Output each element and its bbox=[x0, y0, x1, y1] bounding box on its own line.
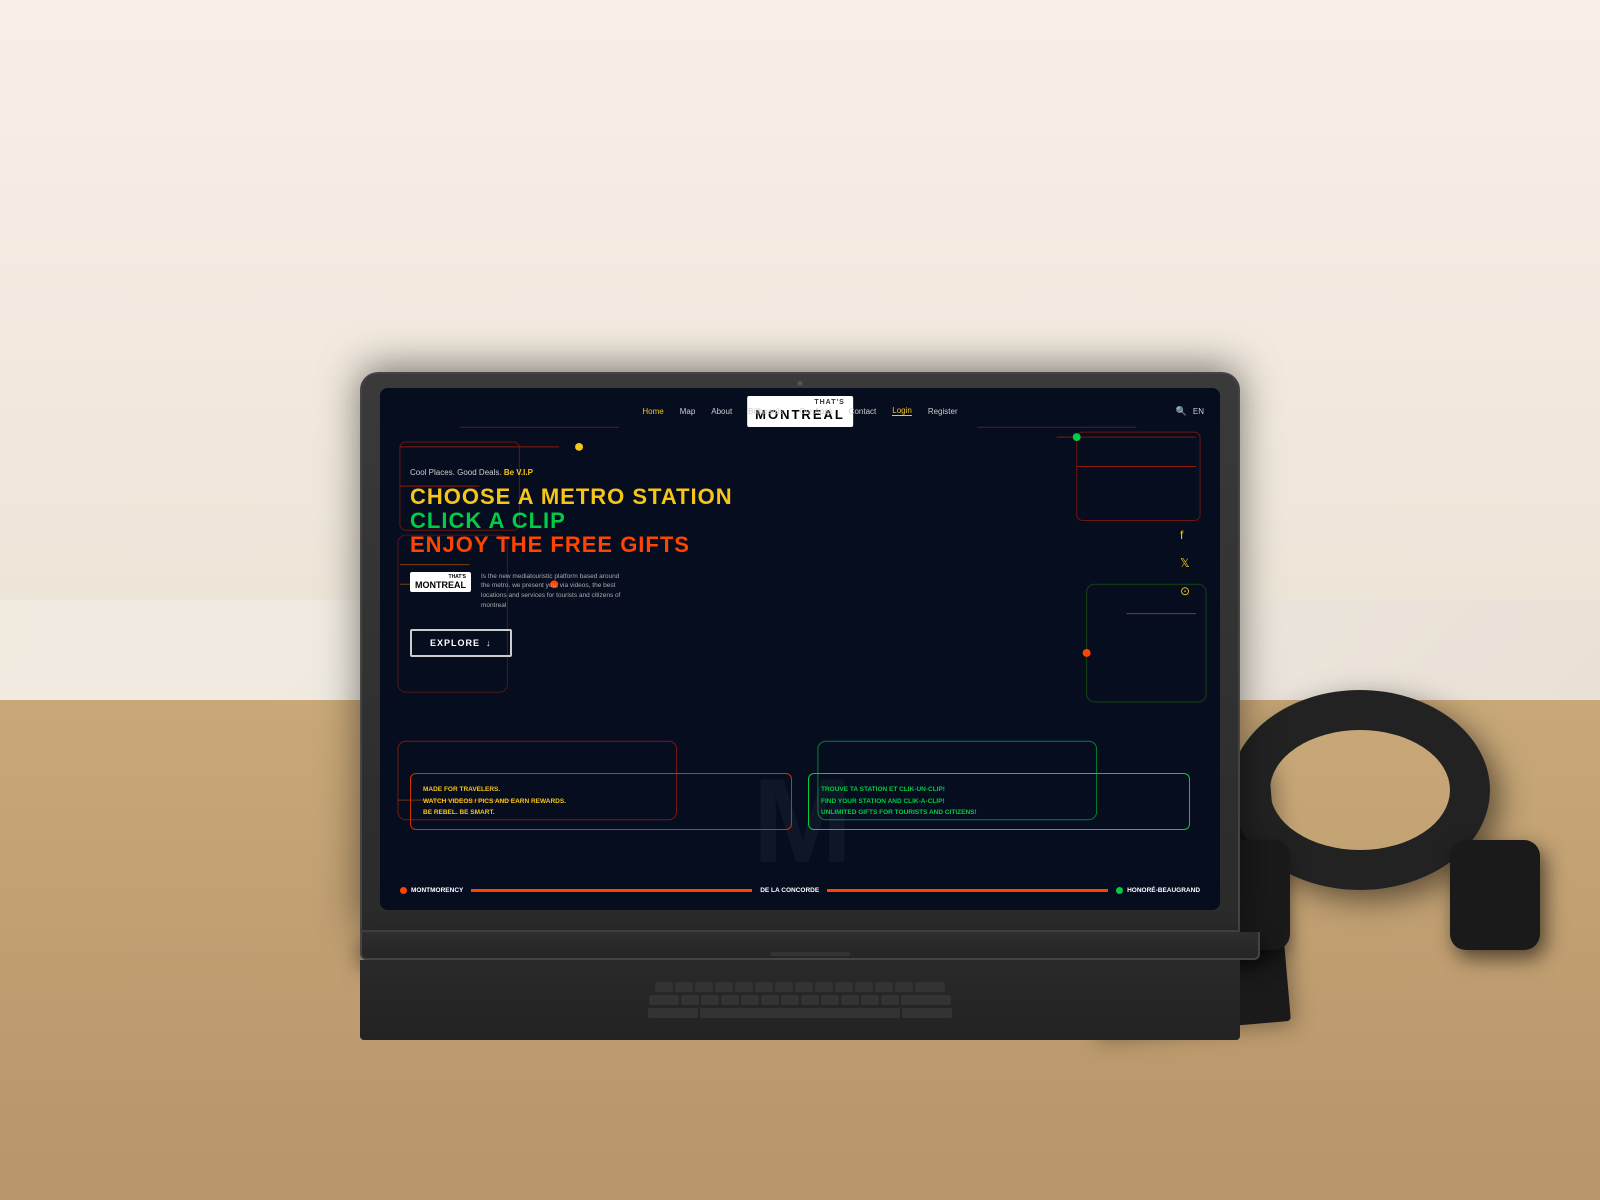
key bbox=[648, 1008, 698, 1018]
facebook-icon[interactable]: f bbox=[1180, 528, 1190, 542]
nav-map[interactable]: Map bbox=[680, 407, 696, 416]
key bbox=[695, 982, 713, 992]
metro-line-2 bbox=[827, 889, 1108, 892]
key bbox=[755, 982, 773, 992]
metro-station-2[interactable]: DE LA CONCORDE bbox=[760, 887, 819, 894]
metro-station-1[interactable]: MONTMORENCY bbox=[400, 887, 463, 894]
metro-dot-3 bbox=[1116, 887, 1123, 894]
hero-headline: CHOOSE A METRO STATION CLICK A CLIP ENJO… bbox=[410, 485, 1190, 558]
key bbox=[901, 995, 951, 1005]
laptop: M THAT'S MONTREAL Home Map bbox=[360, 372, 1240, 1040]
nav-billboards[interactable]: Billboards bbox=[748, 407, 783, 416]
key bbox=[875, 982, 893, 992]
key bbox=[821, 995, 839, 1005]
key bbox=[701, 995, 719, 1005]
scene: M THAT'S MONTREAL Home Map bbox=[0, 0, 1600, 1200]
nav-right: 🔍 EN bbox=[1176, 406, 1204, 417]
key bbox=[902, 1008, 952, 1018]
info-card-left: MADE FOR TRAVELERS. WATCH VIDEOS / PICS … bbox=[410, 773, 792, 830]
key bbox=[801, 995, 819, 1005]
camera-dot bbox=[798, 381, 803, 386]
key bbox=[855, 982, 873, 992]
search-icon[interactable]: 🔍 bbox=[1176, 406, 1187, 417]
key bbox=[915, 982, 945, 992]
info-card-left-text: MADE FOR TRAVELERS. WATCH VIDEOS / PICS … bbox=[423, 784, 779, 819]
info-card-right: TROUVE TA STATION ET CLIK-UN-CLIP! FIND … bbox=[808, 773, 1190, 830]
key bbox=[815, 982, 833, 992]
key-row-2 bbox=[649, 995, 951, 1005]
key bbox=[781, 995, 799, 1005]
metro-dot-1 bbox=[400, 887, 407, 894]
info-card-right-text: TROUVE TA STATION ET CLIK-UN-CLIP! FIND … bbox=[821, 784, 1177, 819]
key bbox=[835, 982, 853, 992]
key bbox=[649, 995, 679, 1005]
navbar: THAT'S MONTREAL Home Map About Billboard… bbox=[380, 388, 1220, 440]
key bbox=[881, 995, 899, 1005]
key bbox=[715, 982, 733, 992]
hero-brand: THAT'S MONTREAL Is the new mediatouristi… bbox=[410, 572, 1190, 611]
key bbox=[735, 982, 753, 992]
key bbox=[721, 995, 739, 1005]
nav-login[interactable]: Login bbox=[892, 406, 912, 416]
explore-button[interactable]: EXPLORE ↓ bbox=[410, 629, 512, 657]
language-selector[interactable]: EN bbox=[1193, 407, 1204, 416]
metro-bar: MONTMORENCY DE LA CONCORDE HONORÉ-BEAUGR… bbox=[380, 870, 1220, 910]
twitter-icon[interactable]: 𝕏 bbox=[1180, 556, 1190, 570]
headline-2: CLICK A CLIP bbox=[410, 509, 1190, 533]
nav-home[interactable]: Home bbox=[642, 407, 663, 416]
headline-1: CHOOSE A METRO STATION bbox=[410, 485, 1190, 509]
vip-text: Be V.I.P bbox=[504, 468, 533, 477]
info-cards: MADE FOR TRAVELERS. WATCH VIDEOS / PICS … bbox=[410, 773, 1190, 830]
metro-station-3[interactable]: HONORÉ-BEAUGRAND bbox=[1116, 887, 1200, 894]
key bbox=[761, 995, 779, 1005]
key bbox=[681, 995, 699, 1005]
brand-logo-small: THAT'S MONTREAL bbox=[410, 572, 471, 592]
screen-bezel: M THAT'S MONTREAL Home Map bbox=[380, 388, 1220, 910]
metro-line-1 bbox=[471, 889, 752, 892]
nav-links: Home Map About Billboards Our Apps Conta… bbox=[380, 406, 1220, 416]
brand-montreal-small: MONTREAL bbox=[415, 580, 466, 590]
headline-3: ENJOY THE FREE GIFTS bbox=[410, 533, 1190, 557]
key bbox=[861, 995, 879, 1005]
nav-contact[interactable]: Contact bbox=[849, 407, 877, 416]
arrow-down-icon: ↓ bbox=[486, 638, 492, 648]
key bbox=[655, 982, 673, 992]
key bbox=[675, 982, 693, 992]
spacebar-key[interactable] bbox=[700, 1008, 900, 1018]
key-row-3 bbox=[648, 1008, 952, 1018]
brand-description: Is the new mediatouristic platform based… bbox=[481, 572, 621, 611]
key bbox=[841, 995, 859, 1005]
tagline: Cool Places. Good Deals. Be V.I.P bbox=[410, 468, 1190, 477]
key-row-1 bbox=[655, 982, 945, 992]
nav-our-apps[interactable]: Our Apps bbox=[799, 407, 832, 416]
nav-register[interactable]: Register bbox=[928, 407, 958, 416]
nav-about[interactable]: About bbox=[711, 407, 732, 416]
key bbox=[775, 982, 793, 992]
keyboard bbox=[360, 960, 1240, 1040]
key bbox=[895, 982, 913, 992]
website: M THAT'S MONTREAL Home Map bbox=[380, 388, 1220, 910]
laptop-hinge bbox=[360, 932, 1260, 960]
laptop-lid: M THAT'S MONTREAL Home Map bbox=[360, 372, 1240, 932]
hero-section: Cool Places. Good Deals. Be V.I.P CHOOSE… bbox=[380, 448, 1220, 910]
key bbox=[795, 982, 813, 992]
social-icons: f 𝕏 ⊙ bbox=[1180, 528, 1190, 598]
instagram-icon[interactable]: ⊙ bbox=[1180, 584, 1190, 598]
key bbox=[741, 995, 759, 1005]
